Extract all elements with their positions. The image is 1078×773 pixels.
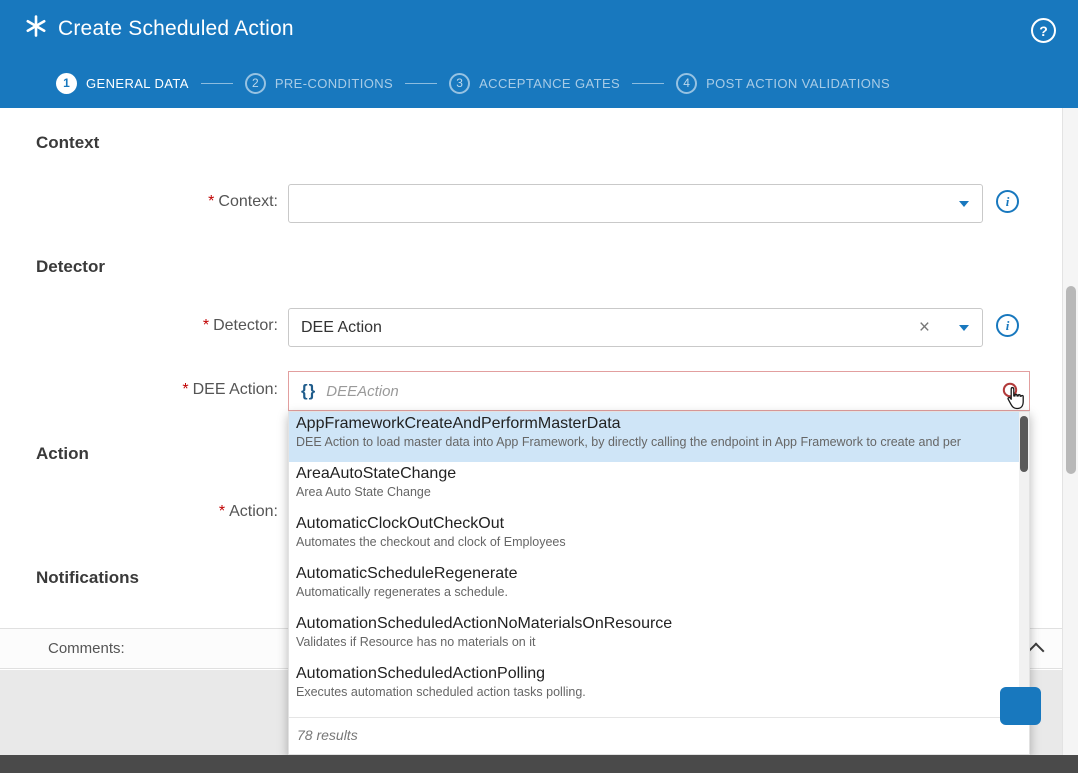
dropdown-item[interactable]: AutomaticClockOutCheckOut Automates the … [289, 512, 1029, 562]
chevron-up-icon[interactable] [1028, 643, 1045, 660]
section-heading-action: Action [36, 444, 89, 464]
page-title: Create Scheduled Action [58, 17, 294, 41]
results-count: 78 results [297, 727, 358, 743]
step-pre-conditions[interactable]: 2 PRE-CONDITIONS [245, 73, 393, 94]
chevron-down-icon[interactable] [959, 325, 969, 331]
clear-icon[interactable]: × [919, 317, 930, 339]
section-heading-context: Context [36, 133, 99, 153]
dropdown-item-title: AutomationScheduledActionPolling [296, 665, 1015, 683]
search-icon[interactable] [1001, 381, 1023, 403]
wizard-header: Create Scheduled Action ? 1 GENERAL DATA… [0, 0, 1078, 108]
info-icon[interactable]: i [996, 190, 1019, 213]
chevron-down-icon[interactable] [959, 201, 969, 207]
dropdown-item[interactable]: AppFrameworkCreateAndPerformMasterData D… [289, 412, 1029, 462]
step-post-action-validations[interactable]: 4 POST ACTION VALIDATIONS [676, 73, 890, 94]
required-marker: * [208, 193, 214, 210]
dee-action-input[interactable] [326, 383, 1029, 400]
required-marker: * [182, 381, 188, 398]
section-heading-detector: Detector [36, 257, 105, 277]
dee-action-results-dropdown: AppFrameworkCreateAndPerformMasterData D… [288, 411, 1030, 755]
detector-selected-value: DEE Action [301, 319, 382, 337]
step-number: 2 [245, 73, 266, 94]
dropdown-item[interactable]: AutomationScheduledActionPolling Execute… [289, 662, 1029, 712]
step-label: POST ACTION VALIDATIONS [706, 76, 890, 91]
dropdown-footer: 78 results [289, 717, 1029, 754]
dropdown-item-description: Automates the checkout and clock of Empl… [296, 535, 1015, 549]
detector-combobox[interactable]: DEE Action × [288, 308, 983, 347]
required-marker: * [203, 317, 209, 334]
step-number: 1 [56, 73, 77, 94]
dropdown-item-title: AutomaticClockOutCheckOut [296, 515, 1015, 533]
step-number: 4 [676, 73, 697, 94]
page-scrollbar[interactable] [1062, 108, 1078, 755]
help-icon[interactable]: ? [1031, 18, 1056, 43]
step-acceptance-gates[interactable]: 3 ACCEPTANCE GATES [449, 73, 620, 94]
title-row: Create Scheduled Action [24, 14, 294, 43]
step-separator [632, 83, 664, 84]
dee-action-field-label: *DEE Action: [0, 381, 278, 399]
detector-field-label: *Detector: [0, 317, 278, 335]
dropdown-item-title: AppFrameworkCreateAndPerformMasterData [296, 415, 1015, 433]
step-label: GENERAL DATA [86, 76, 189, 91]
dropdown-item-description: Executes automation scheduled action tas… [296, 685, 1015, 699]
step-general-data[interactable]: 1 GENERAL DATA [56, 73, 189, 94]
dropdown-scrollbar-thumb[interactable] [1020, 416, 1028, 472]
step-separator [201, 83, 233, 84]
info-icon[interactable]: i [996, 314, 1019, 337]
dropdown-item[interactable]: AreaAutoStateChange Area Auto State Chan… [289, 462, 1029, 512]
dropdown-item-title: AutomationScheduledActionNoMaterialsOnRe… [296, 615, 1015, 633]
dropdown-item-title: AreaAutoStateChange [296, 465, 1015, 483]
step-label: PRE-CONDITIONS [275, 76, 393, 91]
braces-icon: {} [301, 381, 316, 401]
comments-label: Comments: [48, 640, 125, 657]
step-separator [405, 83, 437, 84]
window-background-strip [0, 755, 1078, 773]
wizard-steps: 1 GENERAL DATA 2 PRE-CONDITIONS 3 ACCEPT… [56, 70, 890, 96]
required-marker: * [219, 503, 225, 520]
dropdown-item[interactable]: AutomaticScheduleRegenerate Automaticall… [289, 562, 1029, 612]
dee-action-lookup-field[interactable]: {} [288, 371, 1030, 411]
dropdown-item-description: Area Auto State Change [296, 485, 1015, 499]
context-field-label: *Context: [0, 193, 278, 211]
dropdown-item-description: Validates if Resource has no materials o… [296, 635, 1015, 649]
create-scheduled-action-window: Create Scheduled Action ? 1 GENERAL DATA… [0, 0, 1078, 773]
step-number: 3 [449, 73, 470, 94]
wizard-action-button[interactable] [1000, 687, 1041, 725]
section-heading-notifications: Notifications [36, 568, 139, 588]
dropdown-item-title: AutomaticScheduleRegenerate [296, 565, 1015, 583]
page-scrollbar-thumb[interactable] [1066, 286, 1076, 474]
dropdown-item-description: Automatically regenerates a schedule. [296, 585, 1015, 599]
dropdown-item[interactable]: AutomationScheduledActionNoMaterialsOnRe… [289, 612, 1029, 662]
action-field-label: *Action: [0, 503, 278, 521]
asterisk-icon [24, 14, 48, 43]
dropdown-scrollbar[interactable] [1019, 412, 1029, 712]
context-combobox[interactable] [288, 184, 983, 223]
step-label: ACCEPTANCE GATES [479, 76, 620, 91]
dropdown-item-description: DEE Action to load master data into App … [296, 435, 1015, 449]
